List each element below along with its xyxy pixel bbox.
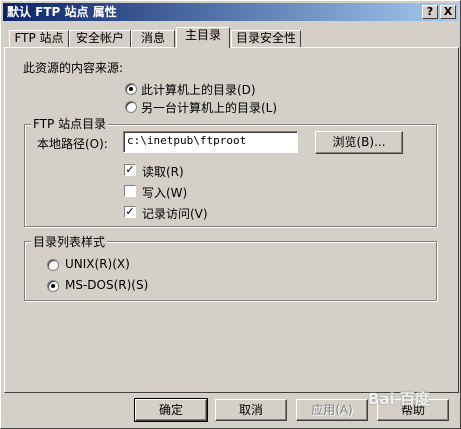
read-checkbox[interactable]: ✓ bbox=[124, 164, 136, 176]
ftp-directory-group-title: FTP 站点目录 bbox=[31, 115, 109, 132]
window-title: 默认 FTP 站点 属性 bbox=[7, 5, 117, 19]
tab-label: 目录安全性 bbox=[235, 31, 296, 45]
write-checkbox[interactable] bbox=[124, 185, 136, 197]
tab-ftp-site[interactable]: FTP 站点 bbox=[9, 30, 69, 47]
close-button[interactable]: X bbox=[440, 5, 456, 19]
local-directory-label[interactable]: 此计算机上的目录(D) bbox=[141, 81, 256, 98]
apply-button[interactable]: 应用(A) bbox=[296, 399, 368, 421]
remote-share-radio[interactable] bbox=[125, 101, 137, 113]
tab-label: 消息 bbox=[140, 31, 165, 45]
msdos-radio[interactable] bbox=[47, 280, 59, 292]
tab-label: 安全帐户 bbox=[75, 31, 124, 45]
write-label[interactable]: 写入(W) bbox=[142, 184, 187, 201]
read-label[interactable]: 读取(R) bbox=[142, 163, 184, 180]
local-path-label: 本地路径(O): bbox=[37, 137, 108, 151]
log-visits-label[interactable]: 记录访问(V) bbox=[142, 205, 208, 222]
msdos-label[interactable]: MS-DOS(R)(S) bbox=[65, 278, 148, 292]
help-title-button[interactable]: ? bbox=[422, 5, 438, 19]
local-path-input[interactable]: c:\inetpub\ftproot bbox=[123, 131, 298, 153]
help-icon: ? bbox=[426, 5, 434, 18]
tab-directory-security[interactable]: 目录安全性 bbox=[231, 30, 301, 47]
help-button[interactable]: 帮助 bbox=[377, 399, 449, 421]
title-bar: 默认 FTP 站点 属性 bbox=[3, 3, 458, 21]
tab-label: FTP 站点 bbox=[14, 31, 64, 45]
ok-button[interactable]: 确定 bbox=[134, 398, 208, 422]
remote-share-label[interactable]: 另一台计算机上的目录(L) bbox=[141, 99, 277, 116]
tab-label: 主目录 bbox=[184, 28, 221, 42]
close-icon: X bbox=[443, 5, 453, 18]
tab-messages[interactable]: 消息 bbox=[131, 30, 175, 47]
properties-dialog: 默认 FTP 站点 属性 ? X FTP 站点 安全帐户 消息 主目录 目录安全… bbox=[0, 0, 461, 429]
unix-radio[interactable] bbox=[47, 259, 59, 271]
tab-home-directory[interactable]: 主目录 bbox=[176, 27, 230, 48]
listing-style-group bbox=[24, 241, 437, 301]
browse-button[interactable]: 浏览(B)... bbox=[315, 131, 403, 154]
listing-style-group-title: 目录列表样式 bbox=[31, 233, 108, 250]
unix-label[interactable]: UNIX(R)(X) bbox=[65, 257, 130, 271]
tab-security-accounts[interactable]: 安全帐户 bbox=[69, 30, 131, 47]
log-visits-checkbox[interactable]: ✓ bbox=[124, 206, 136, 218]
local-directory-radio[interactable] bbox=[125, 83, 137, 95]
content-source-label: 此资源的内容来源: bbox=[23, 61, 124, 75]
cancel-button[interactable]: 取消 bbox=[215, 399, 287, 421]
